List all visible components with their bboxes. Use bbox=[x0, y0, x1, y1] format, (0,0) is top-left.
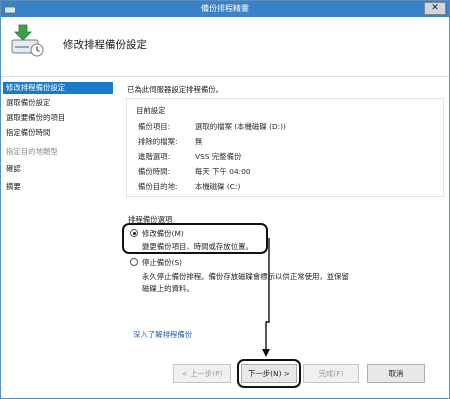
wizard-window: 備份排程精靈 ✕ 修改排程備份設定 修改排程備份設定 選取備份設定 選取要備份的… bbox=[0, 0, 450, 399]
stop-backup-description-line1: 永久停止備份排程。備份存放磁碟會標示以供正常使用，並保留 bbox=[142, 272, 349, 281]
wizard-sidebar: 修改排程備份設定 選取備份設定 選取要備份的項目 指定備份時間 指定目的地類型 … bbox=[1, 77, 116, 398]
page-title: 修改排程備份設定 bbox=[63, 39, 147, 51]
setting-label: 備份時間: bbox=[138, 167, 171, 176]
setting-value: 無 bbox=[195, 137, 203, 146]
sidebar-item-summary[interactable]: 摘要 bbox=[3, 181, 113, 193]
setting-label: 備份項目: bbox=[138, 122, 171, 131]
setting-label: 排除的檔案: bbox=[138, 137, 178, 146]
modify-backup-description: 變更備份項目、時間或存放位置。 bbox=[142, 242, 253, 251]
setting-value: 每天 下午 04:00 bbox=[195, 167, 251, 176]
current-settings-box: 目前設定 備份項目: 選取的檔案 (本機磁碟 (D:)) 排除的檔案: 無 進階… bbox=[126, 98, 444, 197]
prev-button[interactable]: < 上一步(P) bbox=[173, 364, 231, 383]
close-button[interactable]: ✕ bbox=[424, 2, 446, 15]
sidebar-item-modify-settings[interactable]: 修改排程備份設定 bbox=[3, 82, 113, 94]
wizard-content: 已為此伺服器設定排程備份。 目前設定 備份項目: 選取的檔案 (本機磁碟 (D:… bbox=[119, 77, 449, 398]
current-settings-title: 目前設定 bbox=[136, 106, 166, 115]
sidebar-item-select-items[interactable]: 選取要備份的項目 bbox=[3, 112, 113, 124]
window-title: 備份排程精靈 bbox=[201, 4, 249, 13]
stop-backup-description-line2: 磁碟上的資料。 bbox=[142, 284, 194, 293]
setting-value: 本機磁碟 (C:) bbox=[195, 182, 241, 191]
setting-value: 選取的檔案 (本機磁碟 (D:)) bbox=[195, 122, 286, 131]
finish-button[interactable]: 完成(F) bbox=[303, 364, 359, 383]
sidebar-item-select-config[interactable]: 選取備份設定 bbox=[3, 97, 113, 109]
cancel-button[interactable]: 取消 bbox=[367, 364, 425, 383]
setting-label: 備份目的地: bbox=[138, 182, 178, 191]
setting-label: 進階選項: bbox=[138, 152, 171, 161]
next-button[interactable]: 下一步(N) > bbox=[241, 364, 297, 383]
intro-text: 已為此伺服器設定排程備份。 bbox=[127, 85, 224, 94]
backup-wizard-icon bbox=[11, 24, 44, 57]
stop-backup-radio[interactable] bbox=[130, 258, 138, 266]
wizard-header: 修改排程備份設定 bbox=[1, 17, 449, 77]
title-bar[interactable]: 備份排程精靈 ✕ bbox=[1, 1, 449, 17]
sidebar-item-destination-type: 指定目的地類型 bbox=[6, 147, 58, 156]
close-icon: ✕ bbox=[431, 3, 439, 13]
stop-backup-label[interactable]: 停止備份(S) bbox=[142, 257, 182, 268]
sidebar-item-confirm[interactable]: 確認 bbox=[3, 163, 113, 175]
sidebar-item-backup-time[interactable]: 指定備份時間 bbox=[3, 127, 113, 139]
learn-more-link[interactable]: 深入了解排程備份 bbox=[133, 329, 192, 340]
modify-backup-radio[interactable] bbox=[130, 229, 138, 237]
setting-value: VSS 完整備份 bbox=[195, 152, 242, 161]
modify-backup-label[interactable]: 修改備份(M) bbox=[142, 228, 184, 239]
